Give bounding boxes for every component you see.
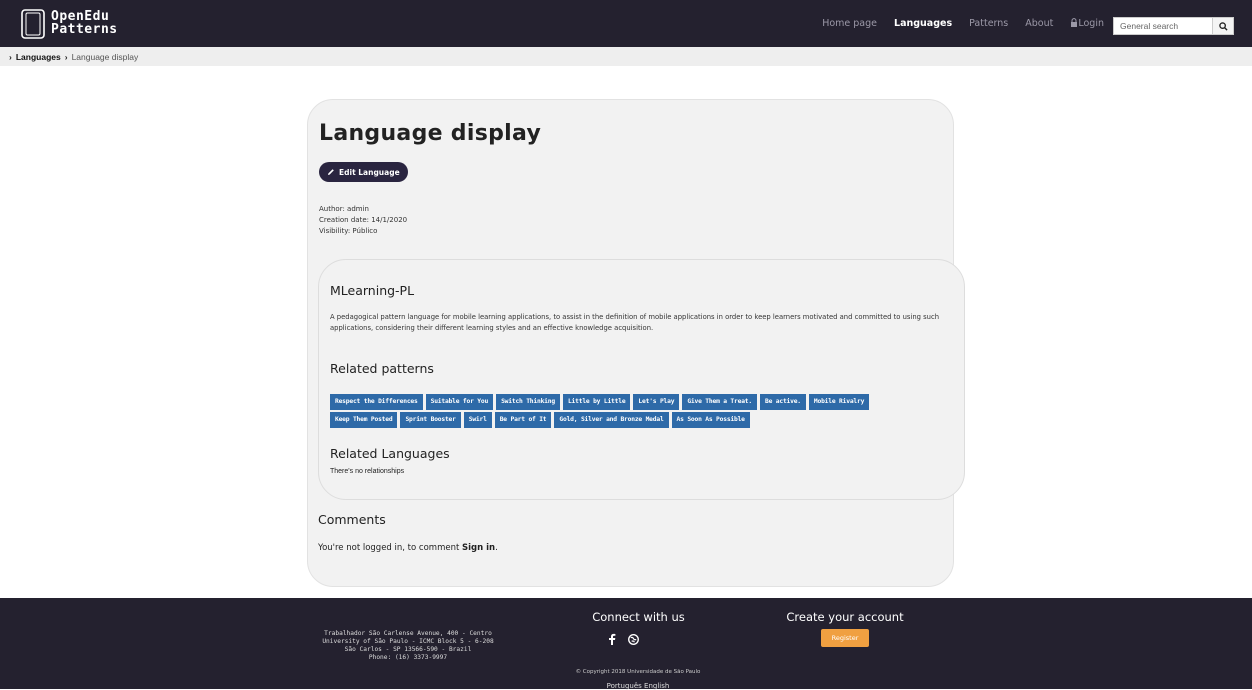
facebook-icon[interactable]	[608, 633, 616, 645]
site-footer: Trabalhador São Carlense Avenue, 400 - C…	[0, 598, 1252, 690]
pattern-tag[interactable]: Respect the Differences	[330, 394, 423, 410]
globe-icon[interactable]	[628, 633, 639, 645]
site-logo[interactable]: OpenEdu Patterns	[21, 9, 141, 39]
nav-about[interactable]: About	[1025, 18, 1053, 29]
language-name: MLearning-PL	[330, 283, 415, 298]
comments-period: .	[495, 543, 498, 553]
nav-home[interactable]: Home page	[822, 18, 877, 29]
logo-line2: Patterns	[51, 22, 118, 37]
related-patterns-list: Respect the Differences Suitable for You…	[330, 394, 930, 430]
breadcrumb-languages[interactable]: Languages	[16, 52, 61, 62]
language-detail-card: MLearning-PL A pedagogical pattern langu…	[318, 259, 965, 500]
pattern-tag[interactable]: Give Them a Treat.	[682, 394, 757, 410]
related-languages-heading: Related Languages	[330, 446, 450, 461]
pattern-tag[interactable]: Be Part of It	[494, 412, 552, 428]
pattern-tag[interactable]: Gold, Silver and Bronze Medal	[554, 412, 669, 428]
nav-patterns[interactable]: Patterns	[969, 18, 1008, 29]
pattern-tag[interactable]: Little by Little	[562, 394, 631, 410]
breadcrumb-separator: ›	[9, 51, 12, 62]
logo-text: OpenEdu Patterns	[51, 10, 118, 36]
meta-creation-date: Creation date: 14/1/2020	[319, 216, 408, 224]
nav-languages[interactable]: Languages	[894, 18, 952, 29]
no-relationships-text: There's no relationships	[330, 468, 405, 475]
copyright-text: © Copyright 2018 Universidade de São Pau…	[575, 669, 701, 675]
breadcrumb-separator: ›	[64, 51, 68, 62]
pattern-tag[interactable]: Sprint Booster	[400, 412, 461, 428]
breadcrumb-current: Language display	[71, 51, 139, 62]
nav-login-label: Login	[1078, 18, 1104, 29]
pattern-tag[interactable]: Let's Play	[633, 394, 680, 410]
pattern-tag[interactable]: Keep Them Posted	[330, 412, 398, 428]
address-line: Trabalhador São Carlense Avenue, 400 - C…	[324, 630, 492, 637]
footer-address: Trabalhador São Carlense Avenue, 400 - C…	[300, 630, 516, 662]
address-line: Phone: (16) 3373-9997	[368, 654, 448, 661]
pattern-tag[interactable]: Mobile Rivalry	[808, 394, 870, 410]
pattern-tag[interactable]: Swirl	[463, 412, 492, 428]
pattern-tag[interactable]: Switch Thinking	[496, 394, 560, 410]
register-button[interactable]: Register	[821, 629, 869, 647]
language-meta: Author: admin Creation date: 14/1/2020 V…	[319, 204, 407, 237]
nav-menu: Home page Languages Patterns About Login	[822, 0, 1104, 47]
pencil-icon	[328, 169, 334, 175]
comments-message: You're not logged in, to comment Sign in…	[318, 543, 498, 553]
social-links	[608, 633, 639, 645]
address-line: University of São Paulo - ICMC Block 5 -…	[322, 638, 494, 645]
edit-language-label: Edit Language	[339, 167, 400, 177]
related-patterns-heading: Related patterns	[330, 361, 434, 376]
page-title: Language display	[319, 121, 542, 146]
pattern-tag[interactable]: As Soon As Possible	[671, 412, 750, 428]
pattern-tag[interactable]: Be active.	[759, 394, 806, 410]
search-input[interactable]	[1113, 17, 1213, 35]
search-box	[1113, 17, 1234, 35]
search-button[interactable]	[1213, 17, 1234, 35]
meta-author: Author: admin	[319, 205, 369, 213]
comments-heading: Comments	[318, 512, 386, 527]
nav-login[interactable]: Login	[1070, 18, 1104, 29]
language-description: A pedagogical pattern language for mobil…	[330, 313, 939, 332]
breadcrumb: › Languages › Language display	[0, 47, 1252, 66]
edit-language-button[interactable]: Edit Language	[319, 162, 408, 182]
comments-login-text: You're not logged in, to comment	[318, 543, 460, 553]
create-account-heading: Create your account	[786, 610, 904, 624]
meta-visibility: Visibility: Público	[319, 227, 378, 235]
pattern-tag[interactable]: Suitable for You	[425, 394, 494, 410]
search-icon	[1218, 21, 1228, 31]
top-navbar: OpenEdu Patterns Home page Languages Pat…	[0, 0, 1252, 47]
address-line: São Carlos - SP 13566-590 - Brazil	[344, 646, 472, 653]
sign-in-link[interactable]: Sign in	[462, 543, 495, 553]
logo-mark-icon	[21, 9, 45, 39]
connect-heading: Connect with us	[592, 610, 685, 624]
